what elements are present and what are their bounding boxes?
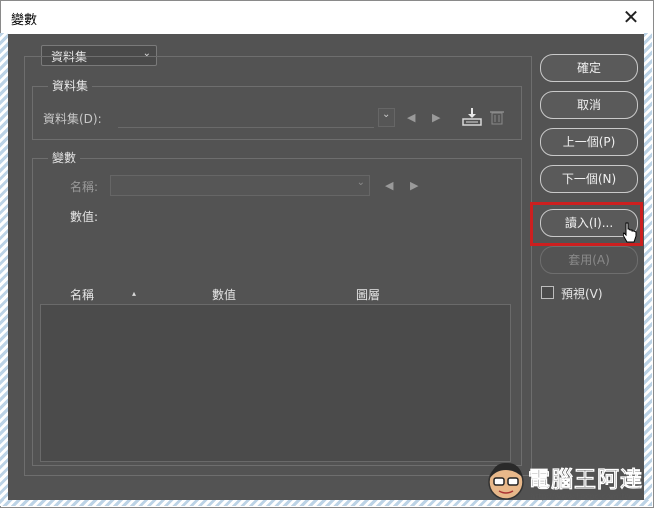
name-field[interactable]: ⌄	[110, 175, 370, 196]
previous-button[interactable]: 上一個(P)	[540, 128, 638, 156]
close-icon[interactable]: ✕	[619, 5, 643, 29]
title-bar: 變數 ✕	[1, 1, 653, 34]
preview-checkbox[interactable]	[541, 286, 554, 299]
dialog-client: 資料集 ⌄ 資料集 資料集(D): ⌄ ◀ ▶ 變數 名稱: ⌄ ◀ ▶ 數值:…	[8, 34, 644, 502]
watermark-url: http://www.kocpc.com.tw	[530, 492, 631, 501]
watermark-logo: 電腦王阿達 http://www.kocpc.com.tw	[486, 456, 650, 506]
ok-button[interactable]: 確定	[540, 54, 638, 82]
preview-label[interactable]: 預視(V)	[561, 285, 603, 302]
dataset-field[interactable]	[118, 109, 374, 128]
column-header-value[interactable]: 數值	[212, 286, 236, 303]
apply-button[interactable]: 套用(A)	[540, 246, 638, 274]
value-field-label: 數值:	[70, 210, 99, 224]
dataset-dropdown-toggle[interactable]: ⌄	[378, 108, 395, 127]
chevron-down-icon: ⌄	[382, 109, 391, 120]
next-variable-icon[interactable]: ▶	[410, 179, 418, 192]
new-dataset-icon[interactable]	[462, 107, 482, 127]
dataset-field-label: 資料集(D):	[43, 112, 102, 126]
window-border-left	[0, 33, 8, 505]
sort-ascending-icon: ▴	[132, 289, 137, 298]
next-dataset-icon[interactable]: ▶	[432, 111, 440, 124]
cancel-button[interactable]: 取消	[540, 91, 638, 119]
column-header-layer[interactable]: 圖層	[356, 286, 380, 303]
window-border-right	[644, 33, 652, 505]
variable-group-legend: 變數	[48, 149, 81, 166]
column-header-name[interactable]: 名稱	[70, 286, 94, 303]
prev-variable-icon[interactable]: ◀	[385, 179, 393, 192]
dataset-group-legend: 資料集	[48, 77, 93, 94]
variable-list[interactable]	[40, 304, 511, 462]
trash-icon[interactable]	[490, 109, 504, 125]
name-field-label: 名稱:	[70, 180, 99, 194]
next-button[interactable]: 下一個(N)	[540, 165, 638, 193]
prev-dataset-icon[interactable]: ◀	[407, 111, 415, 124]
chevron-down-icon: ⌄	[356, 177, 365, 188]
watermark-text: 電腦王阿達	[528, 468, 644, 494]
mouse-cursor-icon	[623, 222, 637, 243]
window-title: 變數	[11, 13, 38, 28]
